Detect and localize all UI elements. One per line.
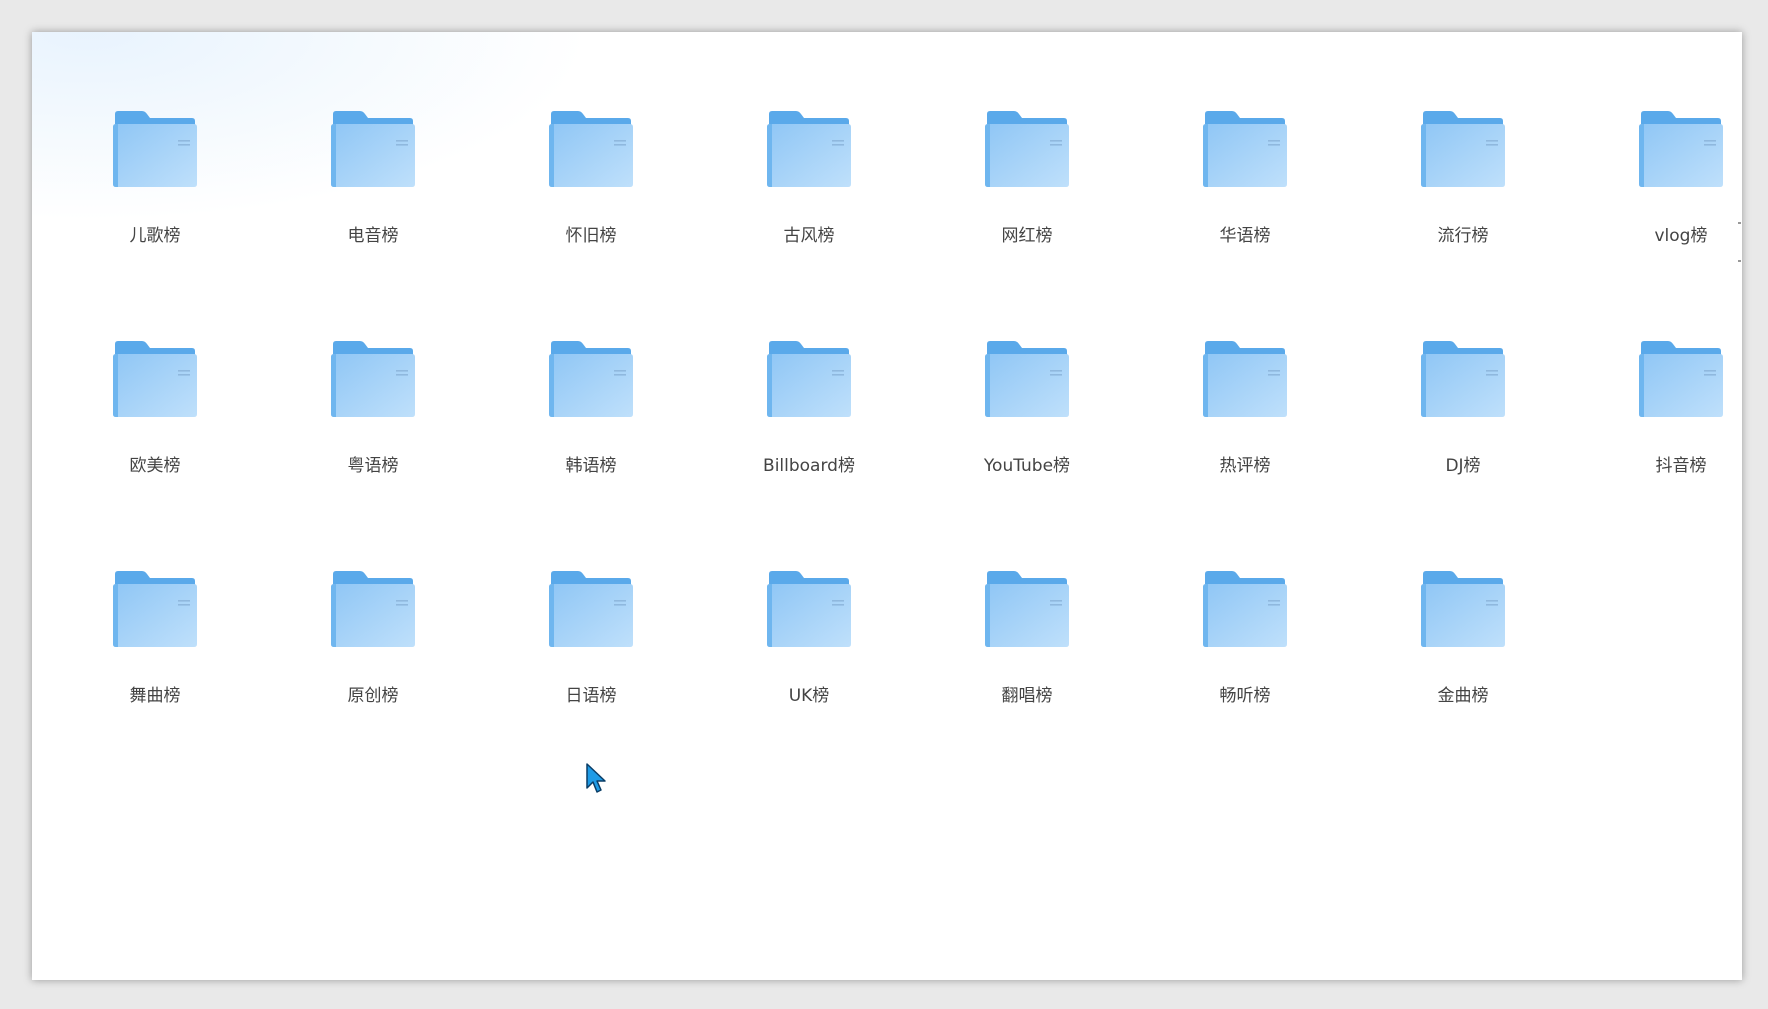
- folder-icon: [767, 571, 851, 647]
- mouse-cursor-icon: [586, 763, 606, 793]
- folder-label: 翻唱榜: [1001, 686, 1053, 706]
- folder-label: 电音榜: [347, 226, 399, 246]
- folder-icon: [985, 111, 1069, 187]
- folder-grid: 儿歌榜 电音榜 怀旧榜 古风榜 网红榜 华语榜 流行榜 vlog榜 欧美榜 粤语…: [32, 32, 1742, 980]
- folder-icon: [1203, 571, 1287, 647]
- folder-item-14[interactable]: 热评榜: [1145, 292, 1345, 476]
- folder-label: 畅听榜: [1219, 686, 1271, 706]
- folder-item-18[interactable]: 原创榜: [273, 522, 473, 706]
- folder-item-8[interactable]: vlog榜: [1581, 62, 1742, 246]
- folder-item-22[interactable]: 畅听榜: [1145, 522, 1345, 706]
- folder-label: 粤语榜: [347, 456, 399, 476]
- scroll-edge-marks: [1738, 222, 1742, 302]
- folder-item-1[interactable]: 儿歌榜: [55, 62, 255, 246]
- folder-label: YouTube榜: [983, 456, 1071, 476]
- folder-item-7[interactable]: 流行榜: [1363, 62, 1563, 246]
- folder-label: UK榜: [788, 686, 830, 706]
- folder-icon: [767, 111, 851, 187]
- folder-label: 流行榜: [1437, 226, 1489, 246]
- folder-label: 原创榜: [347, 686, 399, 706]
- folder-item-21[interactable]: 翻唱榜: [927, 522, 1127, 706]
- folder-item-6[interactable]: 华语榜: [1145, 62, 1345, 246]
- folder-label: 怀旧榜: [565, 226, 617, 246]
- folder-item-19[interactable]: 日语榜: [491, 522, 691, 706]
- folder-label: 日语榜: [565, 686, 617, 706]
- folder-label: vlog榜: [1654, 226, 1708, 246]
- folder-label: 热评榜: [1219, 456, 1271, 476]
- folder-label: 舞曲榜: [129, 686, 181, 706]
- folder-icon: [331, 341, 415, 417]
- folder-icon: [1639, 341, 1723, 417]
- folder-label: 网红榜: [1001, 226, 1053, 246]
- folder-item-5[interactable]: 网红榜: [927, 62, 1127, 246]
- folder-item-20[interactable]: UK榜: [709, 522, 909, 706]
- folder-label: 韩语榜: [565, 456, 617, 476]
- folder-icon: [549, 341, 633, 417]
- folder-label: 金曲榜: [1437, 686, 1489, 706]
- folder-item-3[interactable]: 怀旧榜: [491, 62, 691, 246]
- folder-icon: [331, 571, 415, 647]
- folder-icon: [113, 571, 197, 647]
- folder-icon: [1639, 111, 1723, 187]
- folder-icon: [1421, 571, 1505, 647]
- folder-item-17[interactable]: 舞曲榜: [55, 522, 255, 706]
- folder-item-10[interactable]: 粤语榜: [273, 292, 473, 476]
- folder-item-16[interactable]: 抖音榜: [1581, 292, 1742, 476]
- folder-item-2[interactable]: 电音榜: [273, 62, 473, 246]
- folder-icon: [331, 111, 415, 187]
- folder-icon: [767, 341, 851, 417]
- folder-icon: [1421, 341, 1505, 417]
- folder-item-12[interactable]: Billboard榜: [709, 292, 909, 476]
- file-browser-window: 儿歌榜 电音榜 怀旧榜 古风榜 网红榜 华语榜 流行榜 vlog榜 欧美榜 粤语…: [32, 32, 1742, 980]
- folder-label: 儿歌榜: [129, 226, 181, 246]
- folder-label: 抖音榜: [1655, 456, 1707, 476]
- folder-icon: [1203, 111, 1287, 187]
- folder-icon: [985, 341, 1069, 417]
- folder-icon: [113, 111, 197, 187]
- folder-label: DJ榜: [1445, 456, 1481, 476]
- folder-icon: [549, 571, 633, 647]
- folder-item-15[interactable]: DJ榜: [1363, 292, 1563, 476]
- folder-item-23[interactable]: 金曲榜: [1363, 522, 1563, 706]
- folder-label: 古风榜: [783, 226, 835, 246]
- folder-icon: [113, 341, 197, 417]
- folder-label: 欧美榜: [129, 456, 181, 476]
- folder-item-13[interactable]: YouTube榜: [927, 292, 1127, 476]
- folder-icon: [549, 111, 633, 187]
- folder-icon: [1421, 111, 1505, 187]
- folder-label: 华语榜: [1219, 226, 1271, 246]
- folder-item-11[interactable]: 韩语榜: [491, 292, 691, 476]
- folder-item-9[interactable]: 欧美榜: [55, 292, 255, 476]
- folder-label: Billboard榜: [763, 456, 855, 476]
- folder-icon: [1203, 341, 1287, 417]
- folder-icon: [985, 571, 1069, 647]
- folder-item-4[interactable]: 古风榜: [709, 62, 909, 246]
